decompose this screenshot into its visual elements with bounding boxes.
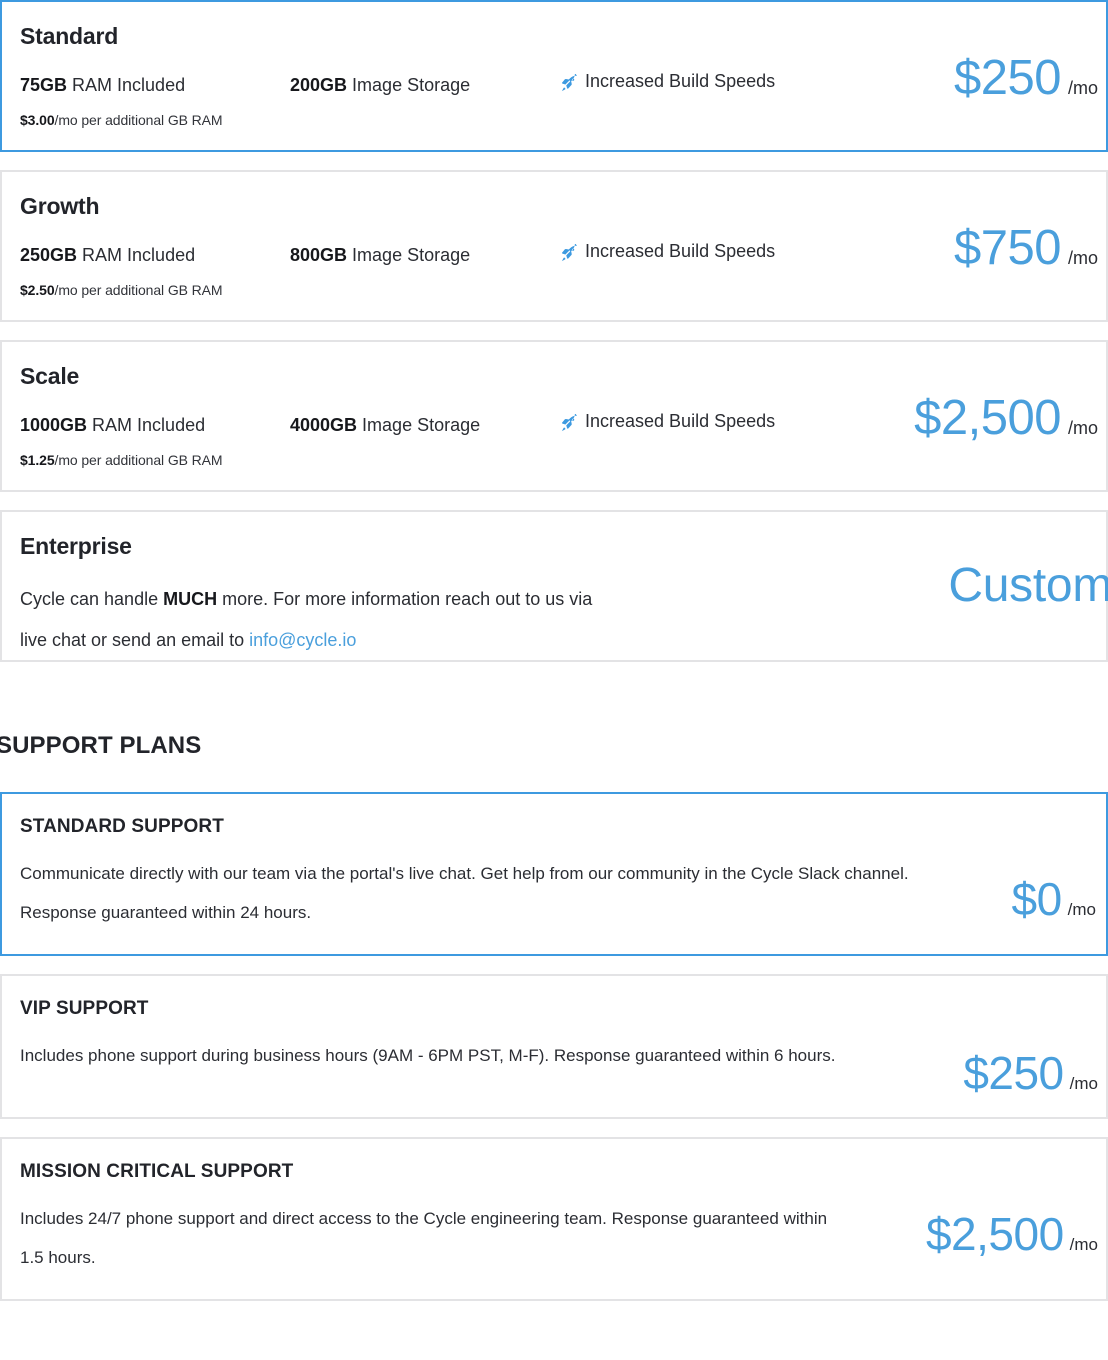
support-plan-price: $250 /mo bbox=[963, 1050, 1098, 1096]
feature-storage: 800GB Image Storage bbox=[290, 245, 560, 266]
plan-note-label: /mo per additional GB RAM bbox=[54, 282, 223, 299]
feature-storage-amount: 800GB bbox=[290, 245, 348, 266]
plan-note-amount: $1.25 bbox=[20, 452, 55, 469]
enterprise-email-link[interactable]: info@cycle.io bbox=[249, 630, 356, 650]
plan-features: 250GB RAM Included 800GB Image Storage I… bbox=[20, 241, 1106, 266]
support-plan-price: $2,500 /mo bbox=[926, 1211, 1098, 1257]
plan-price: $2,500 /mo bbox=[914, 394, 1098, 443]
plan-note: $2.50/mo per additional GB RAM bbox=[20, 282, 1106, 298]
plan-note-label: /mo per additional GB RAM bbox=[54, 112, 223, 129]
support-plan-price: $0 /mo bbox=[1011, 876, 1096, 922]
feature-build-speed: Increased Build Speeds bbox=[560, 411, 775, 432]
support-card-vip[interactable]: VIP SUPPORT Includes phone support durin… bbox=[0, 974, 1108, 1120]
plan-note-label: /mo per additional GB RAM bbox=[54, 452, 223, 469]
enterprise-description: Cycle can handle MUCH more. For more inf… bbox=[20, 579, 600, 660]
support-plan-description: Communicate directly with our team via t… bbox=[20, 864, 909, 923]
rocket-icon bbox=[560, 243, 579, 263]
plan-card-growth[interactable]: Growth 250GB RAM Included 800GB Image St… bbox=[0, 170, 1108, 322]
plan-price-period: /mo bbox=[1067, 418, 1098, 438]
plan-card-scale[interactable]: Scale 1000GB RAM Included 4000GB Image S… bbox=[0, 340, 1108, 492]
plan-card-enterprise[interactable]: Enterprise Cycle can handle MUCH more. F… bbox=[0, 510, 1108, 662]
feature-build-speed: Increased Build Speeds bbox=[560, 241, 775, 262]
support-card-mission-critical[interactable]: MISSION CRITICAL SUPPORT Includes 24/7 p… bbox=[0, 1137, 1108, 1302]
feature-ram-amount: 250GB bbox=[20, 245, 78, 266]
feature-build-speed-label: Increased Build Speeds bbox=[585, 411, 776, 432]
support-price-period: /mo bbox=[1067, 900, 1096, 919]
plan-price: $250 /mo bbox=[954, 54, 1098, 103]
feature-ram-label: RAM Included bbox=[87, 415, 206, 436]
feature-storage-amount: 4000GB bbox=[290, 415, 358, 436]
support-price-value: $250 bbox=[963, 1047, 1064, 1100]
feature-ram-amount: 75GB bbox=[20, 75, 68, 96]
feature-ram: 1000GB RAM Included bbox=[20, 415, 290, 436]
feature-storage: 4000GB Image Storage bbox=[290, 415, 560, 436]
enterprise-text-before: Cycle can handle bbox=[20, 589, 164, 610]
support-plan-description: Includes phone support during business h… bbox=[20, 1046, 836, 1066]
plan-card-standard[interactable]: Standard 75GB RAM Included 200GB Image S… bbox=[0, 0, 1108, 152]
pricing-page: Standard 75GB RAM Included 200GB Image S… bbox=[0, 0, 1108, 1360]
plan-price-period: /mo bbox=[1067, 78, 1098, 98]
support-plan-name: VIP SUPPORT bbox=[20, 998, 149, 1020]
support-plans-heading: SUPPORT PLANS bbox=[0, 732, 202, 759]
plan-name: Standard bbox=[20, 23, 119, 49]
feature-storage-amount: 200GB bbox=[290, 75, 348, 96]
feature-build-speed: Increased Build Speeds bbox=[560, 71, 775, 92]
feature-build-speed-label: Increased Build Speeds bbox=[585, 71, 776, 92]
feature-ram: 250GB RAM Included bbox=[20, 245, 290, 266]
enterprise-price: Custom bbox=[948, 559, 1108, 612]
support-plan-name: MISSION CRITICAL SUPPORT bbox=[20, 1161, 294, 1183]
plan-price: $750 /mo bbox=[954, 224, 1098, 273]
plan-name: Growth bbox=[20, 193, 100, 219]
feature-storage: 200GB Image Storage bbox=[290, 75, 560, 96]
feature-ram-amount: 1000GB bbox=[20, 415, 88, 436]
feature-ram-label: RAM Included bbox=[67, 75, 186, 96]
support-plan-description: Includes 24/7 phone support and direct a… bbox=[20, 1209, 828, 1268]
feature-build-speed-label: Increased Build Speeds bbox=[585, 241, 776, 262]
feature-ram: 75GB RAM Included bbox=[20, 75, 290, 96]
plan-name: Enterprise bbox=[20, 533, 132, 559]
plan-name: Scale bbox=[20, 363, 80, 389]
support-price-period: /mo bbox=[1069, 1235, 1098, 1255]
plan-price-period: /mo bbox=[1067, 248, 1098, 268]
feature-storage-label: Image Storage bbox=[347, 75, 471, 96]
plan-features: 75GB RAM Included 200GB Image Storage In… bbox=[20, 71, 1106, 96]
plan-price-value: $2,500 bbox=[914, 391, 1061, 445]
plan-note-amount: $3.00 bbox=[20, 112, 55, 129]
support-plan-name: STANDARD SUPPORT bbox=[20, 816, 224, 837]
plan-price-value: $250 bbox=[953, 51, 1062, 105]
feature-storage-label: Image Storage bbox=[347, 245, 471, 266]
enterprise-emphasis: MUCH bbox=[163, 589, 218, 610]
feature-storage-label: Image Storage bbox=[357, 415, 481, 436]
support-price-value: $0 bbox=[1011, 873, 1062, 925]
plan-price-value: $750 bbox=[953, 221, 1062, 275]
plan-note: $3.00/mo per additional GB RAM bbox=[20, 112, 1106, 128]
rocket-icon bbox=[560, 413, 579, 433]
rocket-icon bbox=[560, 73, 579, 93]
feature-ram-label: RAM Included bbox=[77, 245, 196, 266]
support-price-period: /mo bbox=[1069, 1074, 1098, 1094]
plan-note: $1.25/mo per additional GB RAM bbox=[20, 452, 1106, 468]
support-price-value: $2,500 bbox=[925, 1208, 1064, 1261]
plan-note-amount: $2.50 bbox=[20, 282, 55, 299]
support-card-standard[interactable]: STANDARD SUPPORT Communicate directly wi… bbox=[0, 792, 1108, 957]
